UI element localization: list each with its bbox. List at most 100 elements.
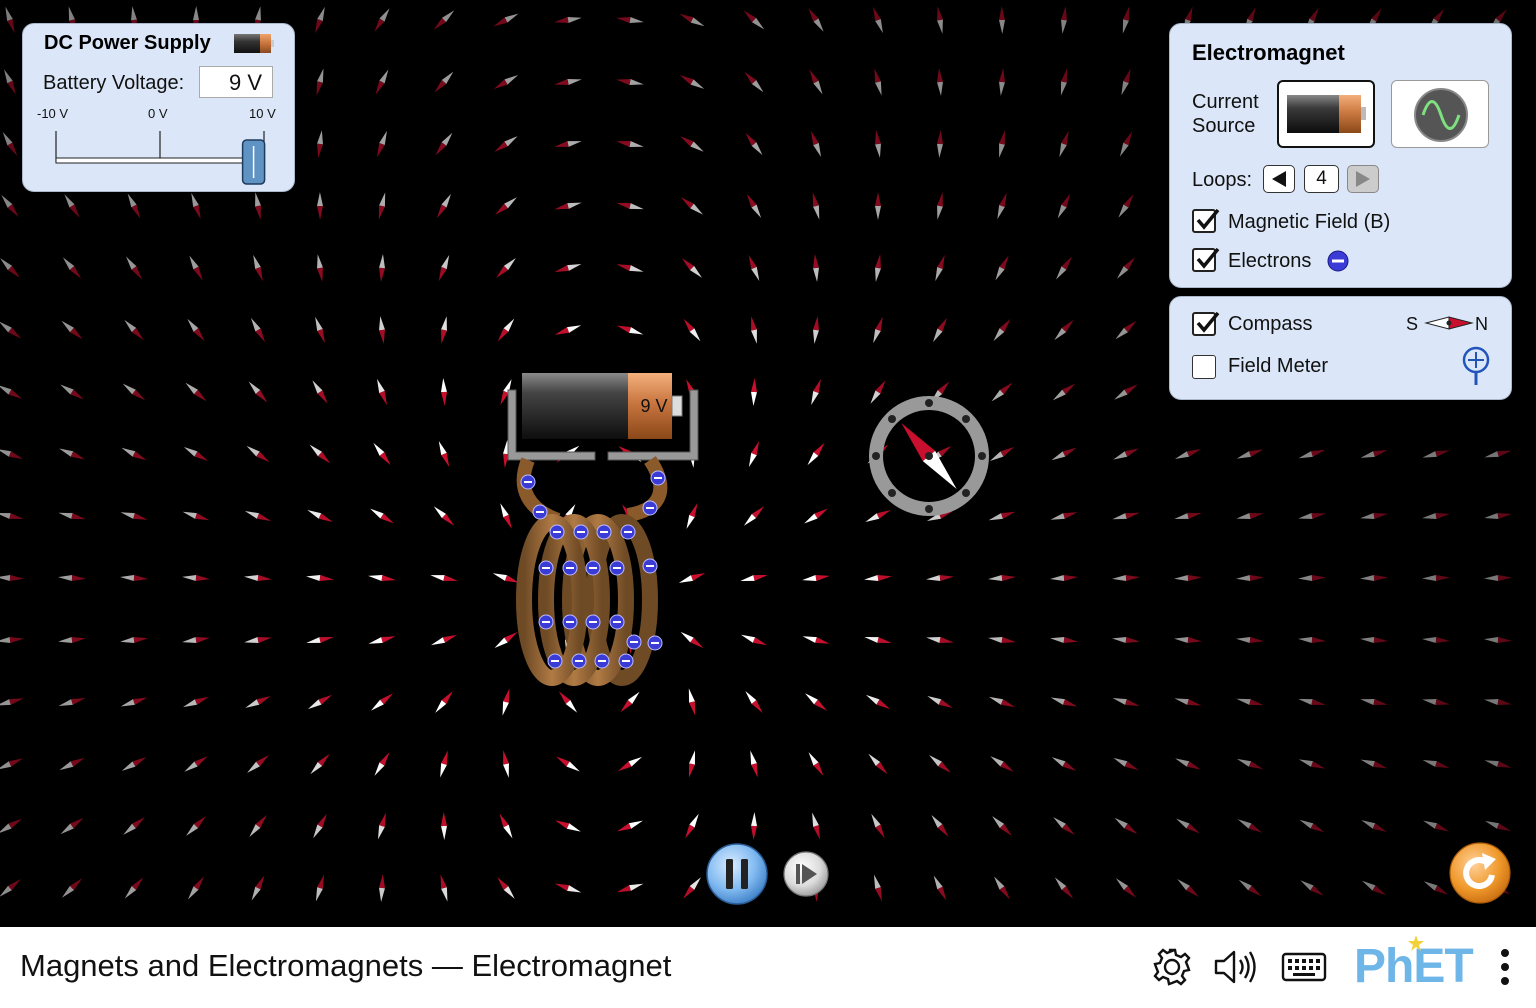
more-options-icon[interactable]: [1496, 947, 1514, 989]
field-needle: [683, 877, 701, 899]
keyboard-icon[interactable]: [1281, 949, 1327, 983]
field-needle: [1298, 449, 1326, 459]
field-needle: [1484, 513, 1512, 519]
ac-source-button[interactable]: [1391, 80, 1489, 148]
field-needle: [58, 637, 86, 643]
field-needle: [937, 6, 943, 34]
electron: [585, 560, 601, 576]
field-needle: [937, 192, 943, 220]
field-needle: [935, 254, 945, 282]
field-needle: [1115, 320, 1137, 340]
field-needle: [937, 68, 943, 96]
field-needle: [1114, 817, 1138, 835]
field-needle: [1, 194, 19, 218]
field-needle: [0, 385, 23, 399]
dc-source-button[interactable]: [1277, 80, 1375, 148]
pause-button[interactable]: [705, 842, 769, 906]
field-needle: [1361, 880, 1387, 896]
field-needle: [378, 192, 386, 220]
field-needle: [743, 10, 765, 30]
field-needle: [1115, 878, 1137, 898]
field-needle: [871, 813, 885, 839]
field-needle: [873, 874, 883, 902]
field-needle: [187, 318, 205, 342]
field-needle: [1298, 699, 1326, 705]
field-needle: [433, 10, 455, 30]
field-needle: [683, 318, 701, 342]
field-needle: [497, 318, 515, 342]
field-needle: [185, 382, 207, 402]
field-needle: [1050, 575, 1078, 581]
compass-checkbox[interactable]: [1192, 311, 1220, 336]
voltage-slider[interactable]: [23, 24, 296, 193]
field-needle: [438, 254, 450, 282]
electron: [626, 634, 642, 650]
field-needle: [616, 17, 644, 23]
field-needle: [1059, 130, 1069, 158]
field-needle: [58, 512, 86, 520]
magnetic-field-label: Magnetic Field (B): [1228, 211, 1391, 233]
field-needle: [495, 197, 517, 215]
field-needle: [379, 316, 385, 344]
reset-all-button[interactable]: [1448, 841, 1512, 905]
field-meter-checkbox[interactable]: [1192, 355, 1216, 379]
field-needle: [0, 698, 24, 706]
field-needle: [741, 634, 767, 646]
field-needle: [1054, 877, 1074, 899]
electron: [596, 524, 612, 540]
field-needle: [1112, 698, 1140, 706]
field-needle: [988, 637, 1016, 643]
field-needle: [616, 202, 644, 210]
field-needle: [247, 755, 269, 773]
field-needle: [1118, 194, 1134, 218]
field-needle: [812, 192, 820, 220]
battery-icon: [1287, 95, 1366, 133]
field-needle: [58, 698, 86, 706]
field-needle: [999, 68, 1005, 96]
field-needle: [315, 316, 325, 344]
field-needle: [1051, 447, 1077, 461]
field-needle: [805, 693, 827, 711]
field-needle: [441, 378, 447, 406]
electrons-checkbox[interactable]: [1192, 247, 1220, 272]
field-needle: [182, 637, 210, 643]
electron: [618, 653, 634, 669]
field-needle: [864, 637, 892, 643]
field-needle: [813, 254, 819, 282]
gear-icon[interactable]: [1152, 947, 1192, 987]
electron: [594, 653, 610, 669]
electron: [647, 635, 663, 651]
field-needle: [1052, 383, 1076, 401]
checkmark-icon: [1196, 208, 1220, 230]
loops-decrement-button[interactable]: [1263, 165, 1295, 193]
field-needle: [1360, 637, 1388, 643]
loops-increment-button[interactable]: [1347, 165, 1379, 193]
magnetic-field-checkbox[interactable]: [1192, 208, 1220, 233]
field-needle: [187, 876, 205, 900]
electron: [642, 500, 658, 516]
field-needle: [1236, 449, 1264, 459]
field-needle: [441, 316, 447, 344]
electromagnet-apparatus[interactable]: 9 V: [480, 360, 720, 700]
field-needle: [989, 446, 1015, 462]
field-needle: [124, 319, 144, 341]
field-needle: [750, 750, 758, 778]
field-needle: [746, 193, 762, 219]
field-needle: [994, 876, 1010, 900]
field-needle: [1174, 575, 1202, 581]
speaker-icon[interactable]: [1212, 947, 1260, 987]
field-needle: [1237, 819, 1263, 833]
field-needle: [440, 874, 448, 902]
step-forward-button[interactable]: [782, 850, 830, 898]
voltage-slider-thumb[interactable]: [241, 139, 266, 185]
field-needle: [1484, 575, 1512, 581]
compass[interactable]: [866, 393, 992, 519]
field-needle: [373, 442, 391, 466]
field-needle: [120, 697, 148, 707]
field-needle: [1484, 820, 1512, 832]
field-needle: [1360, 450, 1388, 458]
dc-power-supply-panel: DC Power Supply Battery Voltage: 9 V -10…: [22, 23, 295, 192]
sim-title: Magnets and Electromagnets — Electromagn…: [20, 948, 672, 983]
field-needle: [873, 6, 883, 34]
field-needle: [1236, 575, 1264, 581]
